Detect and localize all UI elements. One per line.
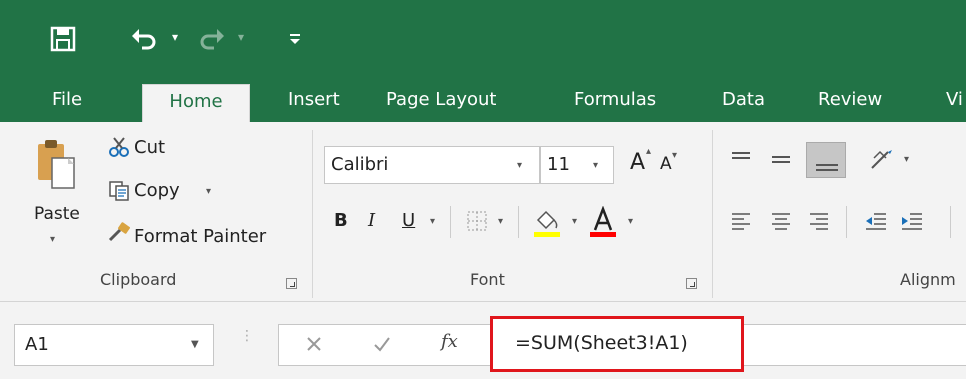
orientation-icon[interactable] bbox=[868, 146, 896, 174]
shrink-font-caret: ▾ bbox=[672, 150, 678, 161]
copy-label[interactable]: Copy bbox=[134, 180, 180, 201]
paste-icon[interactable] bbox=[34, 136, 78, 196]
middle-align-icon[interactable] bbox=[770, 148, 792, 170]
group-separator bbox=[712, 130, 713, 298]
ribbon-home: Paste ▾ Cut Copy ▾ Format Painter Clipbo… bbox=[0, 122, 966, 302]
underline-dropdown-icon[interactable]: ▾ bbox=[430, 216, 435, 227]
separator bbox=[518, 206, 519, 238]
cut-label[interactable]: Cut bbox=[134, 137, 165, 158]
shrink-font-icon[interactable]: A bbox=[660, 154, 672, 174]
bottom-align-icon[interactable] bbox=[806, 142, 846, 178]
tab-formulas[interactable]: Formulas bbox=[574, 78, 656, 122]
format-painter-label[interactable]: Format Painter bbox=[134, 226, 266, 247]
quick-access-toolbar: ▾ ▾ bbox=[0, 0, 966, 78]
formula-content-highlight[interactable]: =SUM(Sheet3!A1) bbox=[490, 316, 744, 372]
font-color-dropdown-icon[interactable]: ▾ bbox=[628, 216, 633, 227]
font-launcher-icon[interactable] bbox=[686, 278, 697, 289]
decrease-indent-icon[interactable] bbox=[864, 210, 888, 232]
font-group-label: Font bbox=[470, 270, 505, 289]
italic-button[interactable]: I bbox=[368, 210, 375, 231]
font-size-dropdown-icon[interactable]: ▾ bbox=[593, 160, 598, 171]
grow-font-icon[interactable]: A bbox=[630, 150, 645, 175]
copy-dropdown-icon[interactable]: ▾ bbox=[206, 186, 211, 197]
font-name-dropdown-icon[interactable]: ▾ bbox=[517, 160, 522, 171]
undo-icon[interactable] bbox=[130, 26, 158, 52]
separator bbox=[450, 206, 451, 238]
insert-function-icon[interactable]: fx bbox=[441, 331, 458, 352]
borders-icon[interactable] bbox=[466, 210, 488, 232]
bold-button[interactable]: B bbox=[334, 210, 348, 231]
name-box-dropdown-icon[interactable]: ▼ bbox=[191, 339, 199, 350]
borders-dropdown-icon[interactable]: ▾ bbox=[498, 216, 503, 227]
cut-icon[interactable] bbox=[108, 136, 130, 158]
formula-text[interactable]: =SUM(Sheet3!A1) bbox=[515, 332, 688, 354]
orientation-dropdown-icon[interactable]: ▾ bbox=[904, 154, 909, 165]
underline-button[interactable]: U bbox=[402, 210, 415, 231]
tab-file[interactable]: File bbox=[52, 78, 82, 122]
align-center-icon[interactable] bbox=[770, 210, 792, 232]
tab-data[interactable]: Data bbox=[722, 78, 765, 122]
name-box[interactable]: A1 ▼ bbox=[14, 324, 214, 366]
tab-page-layout[interactable]: Page Layout bbox=[386, 78, 497, 122]
format-painter-icon[interactable] bbox=[106, 222, 130, 244]
fill-color-icon[interactable] bbox=[532, 206, 562, 238]
tab-view[interactable]: Vi bbox=[946, 78, 963, 122]
tab-home[interactable]: Home bbox=[142, 84, 250, 122]
tab-insert[interactable]: Insert bbox=[288, 78, 340, 122]
save-icon[interactable] bbox=[50, 26, 76, 52]
font-color-icon[interactable] bbox=[588, 205, 618, 238]
formula-bar-grip-icon[interactable]: ⋮ bbox=[240, 329, 254, 343]
group-separator bbox=[312, 130, 313, 298]
formula-bar: A1 ▼ ⋮ fx bbox=[0, 302, 966, 379]
copy-icon[interactable] bbox=[108, 180, 130, 202]
excel-window: ▾ ▾ File Home Insert Page Layout Formula… bbox=[0, 0, 966, 379]
alignment-group-label: Alignm bbox=[900, 270, 956, 289]
top-align-icon[interactable] bbox=[730, 148, 752, 170]
clipboard-launcher-icon[interactable] bbox=[286, 278, 297, 289]
separator bbox=[950, 206, 951, 238]
paste-label[interactable]: Paste bbox=[34, 204, 80, 224]
redo-icon[interactable] bbox=[198, 26, 226, 52]
fill-color-dropdown-icon[interactable]: ▾ bbox=[572, 216, 577, 227]
clipboard-group-label: Clipboard bbox=[100, 270, 177, 289]
font-size-value: 11 bbox=[547, 154, 570, 175]
grow-font-caret: ▴ bbox=[646, 146, 652, 157]
cancel-icon[interactable] bbox=[303, 333, 325, 355]
separator bbox=[846, 206, 847, 238]
customize-qat-icon[interactable] bbox=[288, 26, 302, 48]
paste-dropdown-icon[interactable]: ▾ bbox=[50, 234, 55, 245]
increase-indent-icon[interactable] bbox=[900, 210, 924, 232]
font-name-dropdown[interactable]: Calibri ▾ bbox=[324, 146, 540, 184]
ribbon-tabs: File Home Insert Page Layout Formulas Da… bbox=[0, 78, 966, 122]
redo-dropdown-icon[interactable]: ▾ bbox=[238, 30, 244, 44]
font-size-dropdown[interactable]: 11 ▾ bbox=[540, 146, 614, 184]
font-name-value: Calibri bbox=[331, 154, 389, 175]
align-right-icon[interactable] bbox=[808, 210, 830, 232]
name-box-value: A1 bbox=[25, 334, 49, 355]
align-left-icon[interactable] bbox=[730, 210, 752, 232]
enter-icon[interactable] bbox=[371, 333, 393, 355]
undo-dropdown-icon[interactable]: ▾ bbox=[172, 30, 178, 44]
tab-review[interactable]: Review bbox=[818, 78, 882, 122]
